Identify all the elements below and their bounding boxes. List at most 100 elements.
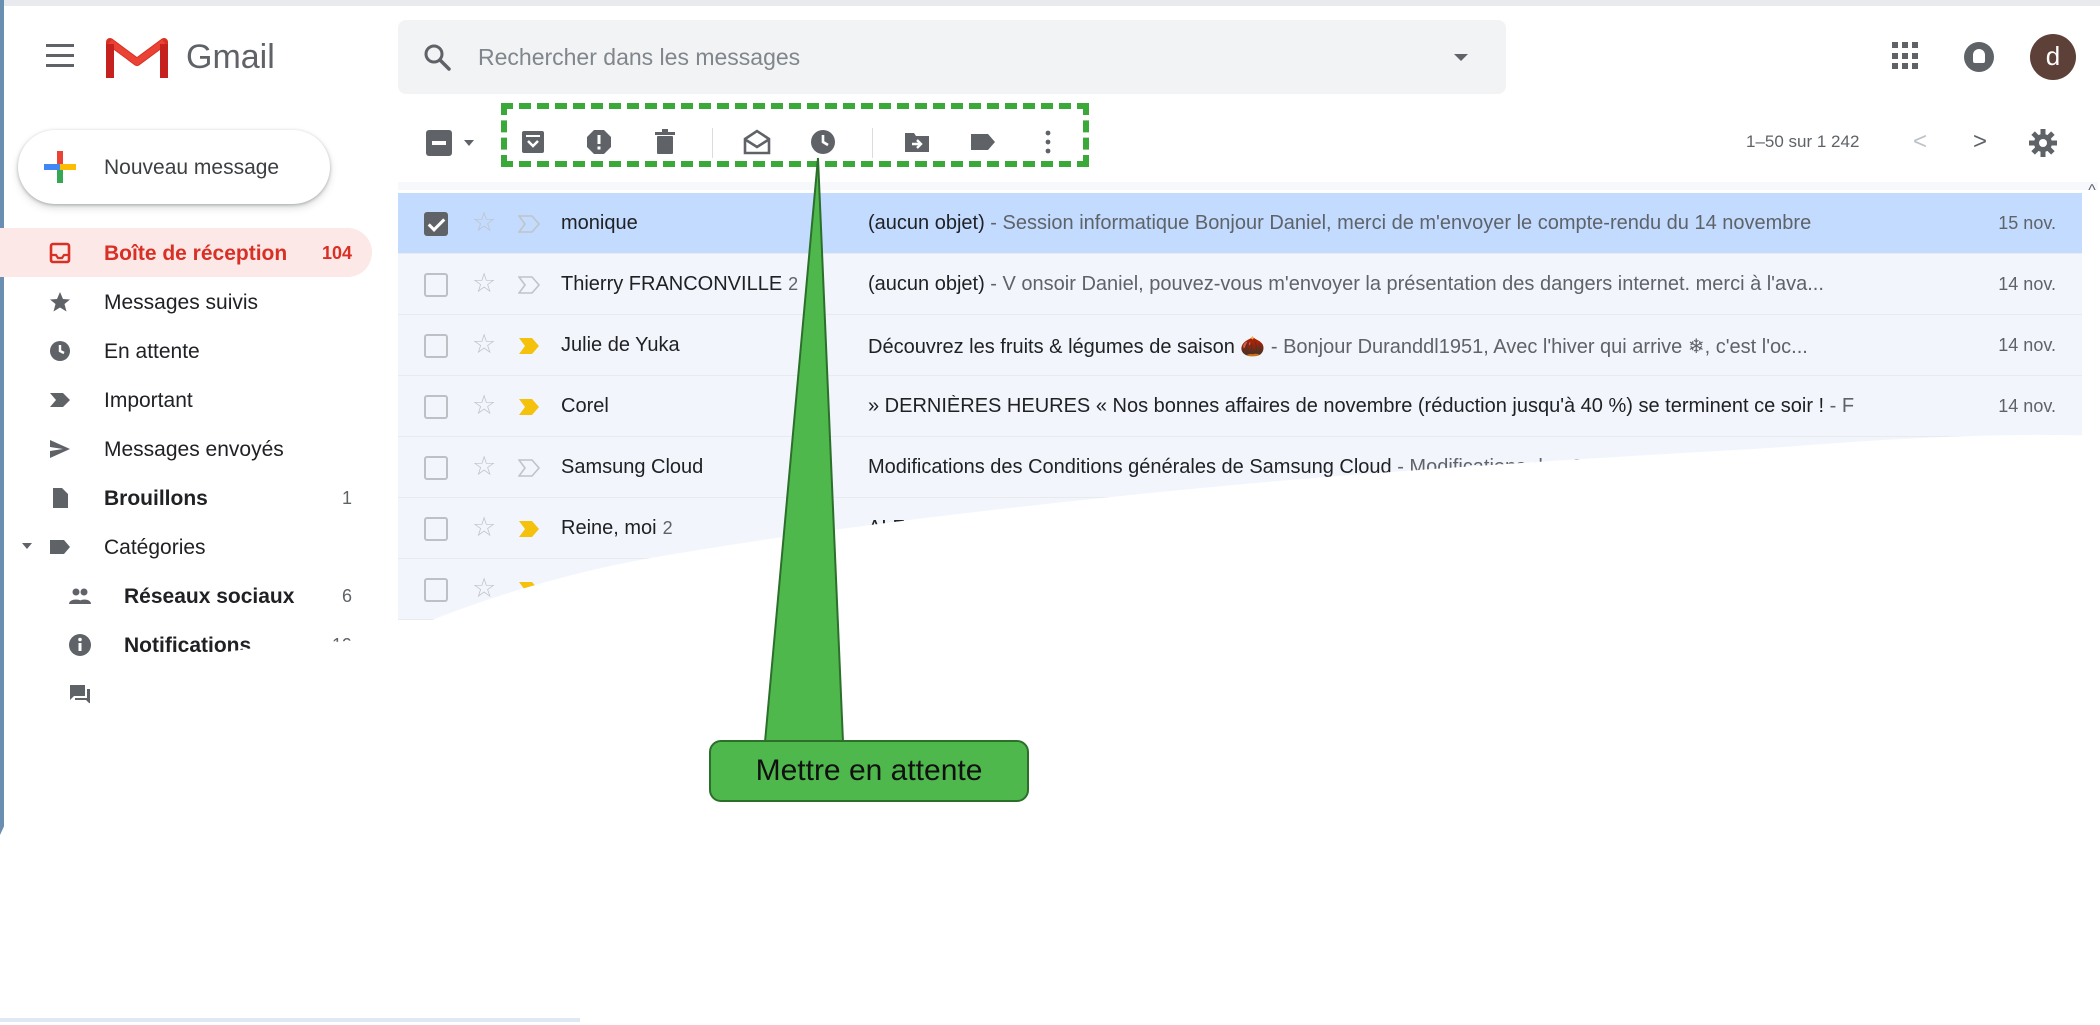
table-row[interactable]: ☆ Fa <box>398 559 2082 620</box>
row-checkbox[interactable] <box>424 212 448 236</box>
email-sender: monique <box>561 212 638 235</box>
star-icon[interactable]: ☆ <box>472 514 496 541</box>
important-marker-icon[interactable] <box>518 276 540 294</box>
gmail-window: Gmail d Nouveau message Boîte de récepti… <box>0 0 2100 1025</box>
plus-icon <box>44 151 76 183</box>
sidebar-item-other-label[interactable]: Ur <box>0 767 372 816</box>
sidebar-item-sent[interactable]: Messages envoyés <box>0 424 372 473</box>
previous-page-chevron-icon[interactable]: < <box>1908 128 1932 156</box>
sidebar-item-forums[interactable]: Forums <box>0 669 372 718</box>
sidebar-item-label: Messages envoyés <box>104 438 284 461</box>
row-checkbox[interactable] <box>424 456 448 480</box>
email-sender: Julie de Yuka <box>561 334 680 357</box>
sidebar-item-snoozed[interactable]: En attente <box>0 326 372 375</box>
collapse-chevron-icon[interactable] <box>22 543 32 549</box>
sidebar-item-important[interactable]: Important <box>0 375 372 424</box>
label-icon <box>50 540 70 554</box>
sender-name: monique <box>561 212 638 234</box>
sidebar-item-drafts[interactable]: Brouillons 1 <box>0 473 372 522</box>
sender-name: Corel <box>561 395 609 417</box>
sidebar-item-label: Réseaux sociaux <box>124 585 295 608</box>
thread-count: 2 <box>662 518 673 538</box>
sidebar-item-updates[interactable]: Notifications 19 <box>0 620 372 669</box>
important-marker-icon[interactable] <box>518 459 540 477</box>
main-menu-icon[interactable] <box>46 44 74 68</box>
search-options-chevron-icon[interactable] <box>1454 54 1468 61</box>
star-icon[interactable]: ☆ <box>472 392 496 419</box>
star-icon[interactable]: ☆ <box>472 575 496 602</box>
compose-button[interactable]: Nouveau message <box>18 130 330 204</box>
email-subject: » DERNIÈRES HEURES « Nos bonnes affaires… <box>868 395 1825 417</box>
select-all-checkbox[interactable] <box>426 130 452 156</box>
row-checkbox[interactable] <box>424 273 448 297</box>
pagination-range: 1–50 sur 1 242 <box>1746 132 1860 151</box>
email-snippet: - Session informatique Bonjour Daniel, m… <box>984 212 1812 234</box>
sender-name: Julie de Yuka <box>561 334 680 356</box>
clock-icon <box>50 341 70 361</box>
people-icon <box>69 588 91 604</box>
row-checkbox[interactable] <box>424 395 448 419</box>
sidebar-item-social[interactable]: Réseaux sociaux 6 <box>0 571 372 620</box>
email-snippet: - Bonjour Duranddl1951, Avec l'hiver qui… <box>1265 336 1808 358</box>
email-preview: Découvrez les fruits & légumes de saison… <box>868 334 1908 359</box>
email-preview: (aucun objet) - Session informatique Bon… <box>868 212 1908 235</box>
search-bar[interactable] <box>398 20 1506 94</box>
sidebar-item-count: 1 <box>341 488 352 508</box>
sidebar-item-count: 6 <box>341 586 352 606</box>
sender-name: Samsung Cloud <box>561 456 704 478</box>
sidebar-item-inbox[interactable]: Boîte de réception 104 <box>0 228 372 277</box>
table-row[interactable]: ☆ Samsung Cloud Modifications des Condit… <box>398 437 2082 498</box>
toolbar-highlight-frame <box>501 103 1089 167</box>
scroll-up-chevron-icon[interactable]: ^ <box>2084 182 2100 202</box>
send-icon <box>50 440 70 458</box>
table-row[interactable]: ☆ Thierry FRANCONVILLE 2 (aucun objet) - … <box>398 254 2082 315</box>
sidebar-item-categories[interactable]: Catégories <box>0 522 372 571</box>
compose-label: Nouveau message <box>104 156 280 179</box>
row-checkbox[interactable] <box>424 517 448 541</box>
important-marker-icon[interactable] <box>518 581 540 599</box>
notifications-bell-icon[interactable] <box>1964 42 1994 72</box>
star-icon[interactable]: ☆ <box>472 270 496 297</box>
important-marker-icon[interactable] <box>518 520 540 538</box>
search-icon[interactable] <box>422 42 452 72</box>
row-checkbox[interactable] <box>424 578 448 602</box>
avatar[interactable]: d <box>2030 34 2076 80</box>
star-icon[interactable]: ☆ <box>472 331 496 358</box>
sidebar-item-promotions[interactable]: Promotion- <box>0 718 372 767</box>
gear-icon[interactable] <box>2028 128 2058 158</box>
sidebar-item-count: 19 <box>331 635 352 655</box>
tag-icon <box>70 733 90 753</box>
email-snippet: - Modifications des Conditions générales <box>1391 456 1758 478</box>
sidebar-item-count: 104 <box>321 243 352 263</box>
google-apps-icon[interactable] <box>1892 42 1920 70</box>
important-marker-icon[interactable] <box>518 398 540 416</box>
sidebar-item-label: Forums <box>124 683 196 706</box>
sidebar-item-label: Promotion- <box>124 732 227 755</box>
email-subject: (aucun objet) <box>868 273 985 295</box>
table-row[interactable]: ☆ monique (aucun objet) - Session inform… <box>398 193 2082 254</box>
select-options-chevron-icon[interactable] <box>464 140 474 146</box>
email-date: 14 nov. <box>1998 396 2056 416</box>
draft-icon <box>53 488 68 508</box>
search-input[interactable] <box>478 38 1378 76</box>
row-checkbox[interactable] <box>424 334 448 358</box>
next-page-chevron-icon[interactable]: > <box>1968 128 1992 156</box>
sidebar-item-label: Boîte de réception <box>104 242 288 265</box>
email-sender: Corel <box>561 395 609 418</box>
sidebar-item-starred[interactable]: Messages suivis <box>0 277 372 326</box>
email-date: 14 nov. <box>1998 335 2056 355</box>
email-snippet: - V onsoir Daniel, pouvez-vous m'envoyer… <box>984 273 1824 295</box>
sidebar: Boîte de réception 104 Messages suivis E… <box>0 228 380 816</box>
table-row[interactable]: ☆ Julie de Yuka Découvrez les fruits & l… <box>398 315 2082 376</box>
app-name: Gmail <box>186 38 275 76</box>
important-marker-icon[interactable] <box>518 215 540 233</box>
table-row[interactable]: ☆ Reine, moi 2 ALF cet AM - Bonjour Cindy… <box>398 498 2082 559</box>
important-marker-icon[interactable] <box>518 337 540 355</box>
star-icon[interactable]: ☆ <box>472 209 496 236</box>
star-icon[interactable]: ☆ <box>472 453 496 480</box>
email-snippet: - Bonjour Cindy, je t'envoie <box>971 517 1214 539</box>
table-row[interactable]: ☆ Corel » DERNIÈRES HEURES « Nos bonnes … <box>398 376 2082 437</box>
email-sender: Fa <box>561 578 584 601</box>
email-preview: ALF cet AM - Bonjour Cindy, je t'envoie <box>868 517 1908 540</box>
thread-count: 2 <box>788 274 799 294</box>
